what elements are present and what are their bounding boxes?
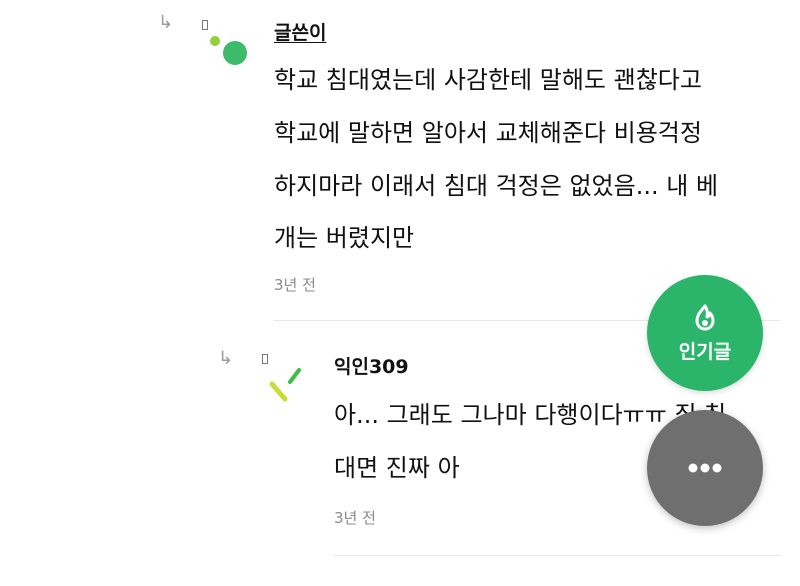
comment-body-line: 하지마라 이래서 침대 걱정은 없었음... 내 베: [274, 172, 719, 200]
avatar-dot-icon: [210, 36, 220, 46]
popular-posts-label: 인기글: [678, 340, 732, 363]
comment-author[interactable]: 익인309: [334, 352, 409, 379]
comment-body-line: 대면 진짜 아: [334, 454, 460, 482]
popular-posts-button[interactable]: 인기글: [647, 275, 763, 391]
indicator-box-icon: [262, 354, 268, 364]
comment-author[interactable]: 글쓴이: [274, 18, 326, 45]
comment-divider: [334, 555, 780, 556]
comment-body-line: 개는 버렸지만: [274, 224, 415, 252]
more-dots-icon: [688, 463, 722, 473]
avatar[interactable]: [266, 366, 306, 406]
reply-arrow-icon: ↳: [218, 348, 234, 369]
reply-arrow-icon: ↳: [158, 12, 174, 33]
avatar[interactable]: [223, 41, 247, 65]
comment-body-line: 학교에 말하면 알아서 교체해준다 비용걱정: [274, 119, 702, 147]
more-button[interactable]: [647, 410, 763, 526]
comment-time: 3년 전: [334, 509, 376, 527]
indicator-box-icon: [202, 20, 208, 30]
flame-icon: [695, 304, 715, 330]
comment-body-line: 학교 침대였는데 사감한테 말해도 괜찮다고: [274, 66, 702, 94]
comment-time: 3년 전: [274, 276, 316, 294]
